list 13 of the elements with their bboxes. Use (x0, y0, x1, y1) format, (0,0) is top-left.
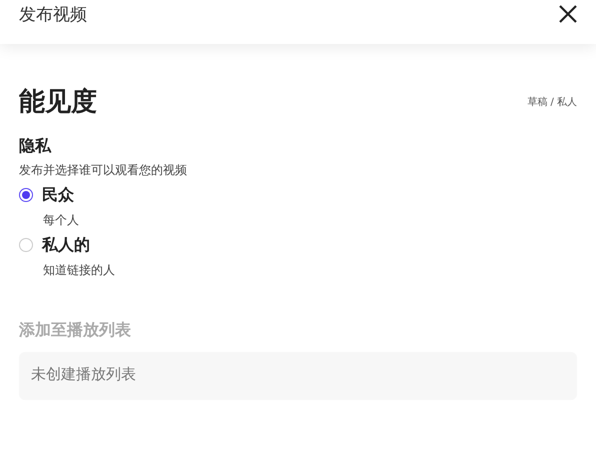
option-label[interactable]: 民众 (42, 184, 74, 206)
option-label[interactable]: 私人的 (42, 234, 90, 256)
status-text: 草稿 / 私人 (527, 96, 577, 109)
dialog-title: 发布视频 (19, 4, 87, 26)
option-hint: 每个人 (43, 212, 80, 228)
privacy-heading: 隐私 (19, 136, 52, 156)
playlist-field[interactable]: 未创建播放列表 (19, 352, 577, 400)
privacy-description: 发布并选择谁可以观看您的视频 (19, 162, 188, 178)
playlist-heading: 添加至播放列表 (19, 320, 132, 340)
section-heading: 能见度 (19, 86, 97, 118)
close-icon[interactable] (559, 5, 577, 23)
radio-button[interactable] (19, 188, 33, 202)
option-hint: 知道链接的人 (43, 262, 116, 278)
